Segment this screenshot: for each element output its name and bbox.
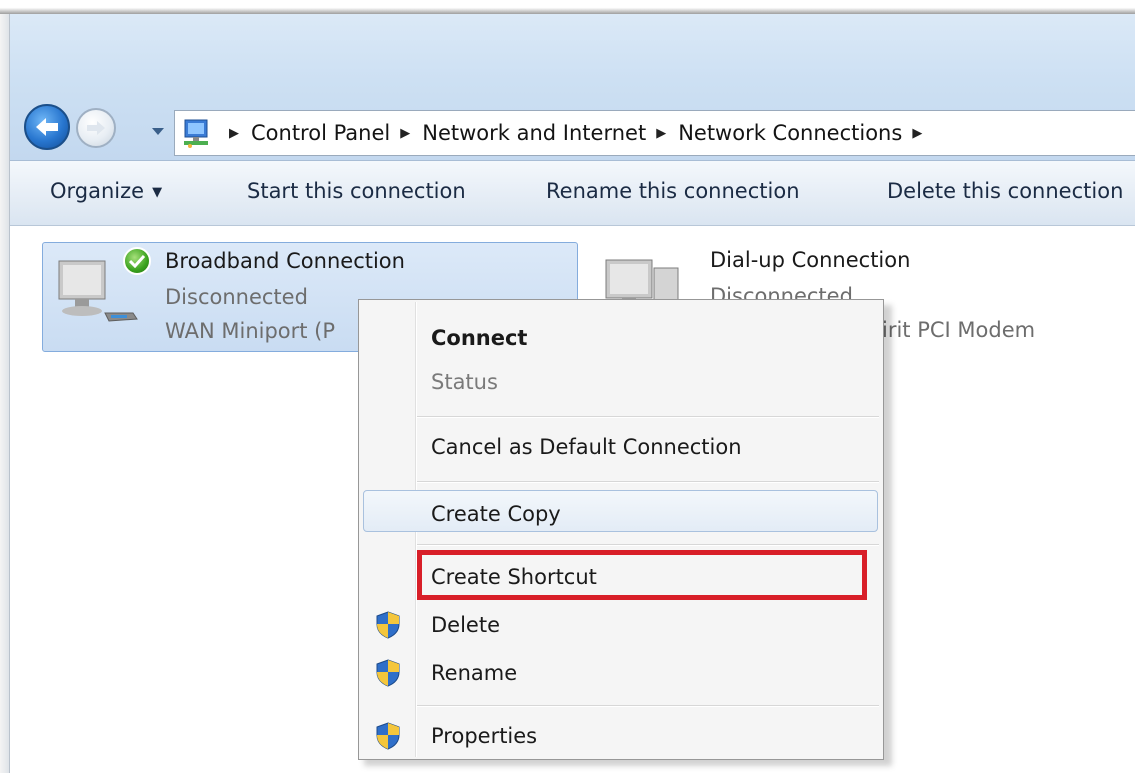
chevron-down-icon: ▼ [152,185,163,200]
menu-item-delete[interactable]: Delete [431,613,500,637]
checkmark-glyph [129,254,145,268]
breadcrumb-separator-icon[interactable]: ▶ [656,126,666,141]
menu-separator [417,544,879,546]
menu-separator [417,416,879,418]
connection-device: irit PCI Modem [882,318,1036,342]
navigation-bar: ▶ Control Panel ▶ Network and Internet ▶… [10,14,1135,161]
back-button[interactable] [24,104,70,150]
window-top-edge [0,0,1135,14]
menu-item-properties[interactable]: Properties [431,724,537,748]
connection-device: WAN Miniport (P [165,319,336,343]
uac-shield-icon [376,611,400,639]
breadcrumb-network-and-internet[interactable]: Network and Internet [422,121,646,145]
address-bar[interactable]: ▶ Control Panel ▶ Network and Internet ▶… [174,110,1135,156]
network-folder-icon [184,119,208,148]
connection-name: Dial-up Connection [710,248,911,272]
connection-status: Disconnected [165,285,308,309]
menu-item-cancel-default[interactable]: Cancel as Default Connection [431,435,742,459]
menu-separator [417,481,879,483]
breadcrumb-network-connections[interactable]: Network Connections [678,121,902,145]
uac-shield-icon [376,722,400,750]
menu-item-create-copy[interactable]: Create Copy [431,502,561,526]
menu-item-connect[interactable]: Connect [431,326,527,350]
breadcrumb: ▶ Control Panel ▶ Network and Internet ▶… [219,111,934,155]
chevron-down-icon [152,128,164,135]
organize-button[interactable]: Organize ▼ [50,179,162,203]
rename-connection-button[interactable]: Rename this connection [546,179,800,203]
check-icon [123,247,151,275]
delete-connection-button[interactable]: Delete this connection [887,179,1123,203]
explorer-window: ▶ Control Panel ▶ Network and Internet ▶… [0,0,1135,773]
menu-item-status: Status [431,370,498,394]
menu-separator [417,705,879,707]
breadcrumb-separator-icon[interactable]: ▶ [400,126,410,141]
history-dropdown-button[interactable] [150,124,166,140]
back-arrow-icon [36,118,58,136]
organize-label: Organize [50,179,145,203]
start-connection-button[interactable]: Start this connection [247,179,466,203]
context-menu: Connect Status Cancel as Default Connect… [358,299,884,760]
uac-shield-icon [376,659,400,687]
breadcrumb-separator-icon[interactable]: ▶ [912,126,922,141]
connection-name: Broadband Connection [165,249,405,273]
forward-arrow-icon [87,121,105,135]
menu-item-rename[interactable]: Rename [431,661,517,685]
breadcrumb-separator-icon[interactable]: ▶ [229,126,239,141]
forward-button[interactable] [76,108,116,148]
window-left-edge [0,14,10,773]
command-bar: Organize ▼ Start this connection Rename t… [10,161,1135,226]
annotation-highlight-box [417,550,867,600]
breadcrumb-control-panel[interactable]: Control Panel [251,121,390,145]
